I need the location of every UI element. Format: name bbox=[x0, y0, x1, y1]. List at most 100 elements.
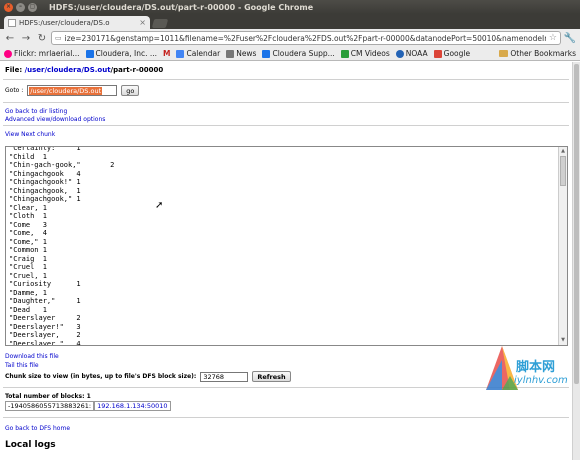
page-scroll-thumb[interactable] bbox=[574, 64, 579, 384]
calendar-icon bbox=[176, 49, 185, 58]
chunk-size-input[interactable]: 32768 bbox=[200, 371, 249, 382]
bookmark-cloudera-support[interactable]: Cloudera Supp... bbox=[262, 49, 335, 58]
file-content-textarea[interactable]: "Certainly: 1 "Child 1 "Chin-gach-gook," 2… bbox=[5, 146, 568, 346]
cloudera-icon bbox=[85, 49, 94, 58]
download-file-link[interactable]: Download this file bbox=[5, 353, 59, 360]
window-title: HDFS:/user/cloudera/DS.out/part-r-00000 … bbox=[49, 2, 314, 12]
bookmark-gmail[interactable]: M bbox=[163, 49, 170, 58]
bookmark-calendar[interactable]: Calendar bbox=[176, 49, 220, 58]
mouse-cursor-icon: ➚ bbox=[155, 200, 164, 211]
chunk-size-form: Chunk size to view (in bytes, up to file… bbox=[5, 371, 291, 382]
bookmark-cm-videos[interactable]: CM Videos bbox=[340, 49, 390, 58]
path-link-dsout[interactable]: /DS.out bbox=[81, 66, 110, 74]
gmail-icon: M bbox=[163, 49, 171, 58]
file-content-line: "Deerslayer," 4 bbox=[9, 339, 81, 346]
bookmarks-bar: Flickr: mrlaerial... Cloudera, Inc. ... … bbox=[0, 47, 580, 61]
bookmark-label: News bbox=[236, 49, 257, 58]
tab-label: HDFS:/user/cloudera/DS.o bbox=[19, 18, 110, 27]
bookmark-google[interactable]: Google bbox=[433, 49, 471, 58]
block-id-cell: -1940586055713883261: bbox=[5, 401, 95, 411]
google-icon bbox=[433, 49, 442, 58]
file-content-line: "Chingachgook," 1 bbox=[9, 195, 81, 203]
back-to-dir-link[interactable]: Go back to dir listing bbox=[5, 108, 67, 115]
total-blocks-label: Total number of blocks: 1 bbox=[5, 393, 91, 400]
bookmark-label: Google bbox=[443, 49, 471, 58]
refresh-button[interactable]: Refresh bbox=[252, 371, 291, 382]
path-link-user[interactable]: /user bbox=[25, 66, 45, 74]
file-content-line: "Chin-gach-gook," 2 bbox=[9, 161, 115, 169]
goto-input-value: /user/cloudera/DS.out bbox=[29, 86, 103, 95]
goto-input[interactable]: /user/cloudera/DS.out bbox=[27, 85, 118, 96]
wrench-menu-icon[interactable]: 🔧 bbox=[563, 31, 577, 45]
other-bookmarks[interactable]: Other Bookmarks bbox=[499, 49, 576, 58]
page-favicon-icon bbox=[8, 18, 16, 27]
file-content-line: "Common 1 bbox=[9, 246, 47, 254]
divider bbox=[3, 102, 569, 103]
bookmark-label: CM Videos bbox=[350, 49, 390, 58]
bookmark-flickr[interactable]: Flickr: mrlaerial... bbox=[4, 49, 80, 58]
scroll-thumb[interactable] bbox=[560, 156, 566, 186]
url-text[interactable]: ize=230171&genstamp=1011&filename=%2Fuse… bbox=[65, 34, 546, 43]
file-prefix: File: bbox=[5, 66, 25, 74]
file-content-line: "Deerslayer, 2 bbox=[9, 331, 81, 339]
browser-toolbar: ← → ↻ ▭ ize=230171&genstamp=1011&filenam… bbox=[0, 29, 580, 47]
textarea-scrollbar[interactable]: ▲ ▼ bbox=[558, 147, 567, 345]
watermark-text: 脚本网 bbox=[516, 360, 556, 375]
divider bbox=[3, 417, 569, 418]
advanced-options-link[interactable]: Advanced view/download options bbox=[5, 116, 105, 123]
maximize-window-button[interactable]: ▢ bbox=[28, 2, 37, 12]
file-content-line: "Chingachgook, 1 bbox=[9, 186, 81, 195]
file-content-line: "Daughter," 1 bbox=[9, 297, 81, 305]
block-host-link[interactable]: 192.168.1.134:50010 bbox=[94, 401, 171, 411]
bookmark-news[interactable]: News bbox=[226, 49, 256, 58]
page-content: File: /user/cloudera/DS.out/part-r-00000… bbox=[0, 62, 572, 460]
back-to-dfs-home-link[interactable]: Go back to DFS home bbox=[5, 425, 70, 432]
back-button[interactable]: ← bbox=[3, 31, 17, 45]
divider bbox=[3, 125, 569, 126]
file-content-line: "Craig 1 bbox=[9, 254, 47, 263]
chunk-size-label: Chunk size to view (in bytes, up to file… bbox=[5, 373, 197, 380]
file-content-line: "Cruel, 1 bbox=[9, 271, 47, 280]
bookmark-label: Cloudera Supp... bbox=[272, 49, 335, 58]
new-tab-button[interactable] bbox=[151, 19, 169, 28]
forward-button[interactable]: → bbox=[19, 31, 33, 45]
bookmark-label: NOAA bbox=[405, 49, 428, 58]
goto-form: Goto : /user/cloudera/DS.out go bbox=[5, 85, 140, 96]
file-path-heading: File: /user/cloudera/DS.out/part-r-00000 bbox=[5, 66, 163, 74]
minimize-window-button[interactable]: – bbox=[16, 2, 25, 12]
view-next-chunk-link[interactable]: View Next chunk bbox=[5, 131, 55, 138]
path-file: /part-r-00000 bbox=[110, 66, 164, 74]
go-button[interactable]: go bbox=[121, 85, 140, 96]
bookmark-star-icon[interactable]: ☆ bbox=[549, 33, 557, 43]
file-content-line: "Curiosity 1 bbox=[9, 280, 81, 288]
watermark-subtext: iylnhv.com bbox=[514, 375, 568, 386]
file-content-line: "Come," 1 bbox=[9, 237, 47, 246]
path-link-cloudera[interactable]: /cloudera bbox=[44, 66, 81, 74]
bookmark-noaa[interactable]: NOAA bbox=[395, 49, 428, 58]
close-tab-icon[interactable]: × bbox=[139, 18, 146, 27]
noaa-icon bbox=[395, 49, 404, 58]
tab-hdfs[interactable]: HDFS:/user/cloudera/DS.o × bbox=[4, 16, 150, 29]
goto-label: Goto : bbox=[5, 87, 24, 94]
scroll-up-icon[interactable]: ▲ bbox=[560, 148, 566, 154]
bookmark-label: Calendar bbox=[186, 49, 221, 58]
cloudera-support-icon bbox=[262, 49, 271, 58]
flickr-icon bbox=[4, 49, 12, 58]
file-content-line: "Damme, 1 bbox=[9, 288, 47, 297]
file-content-line: "Cloth 1 bbox=[9, 212, 47, 220]
address-bar[interactable]: ▭ ize=230171&genstamp=1011&filename=%2Fu… bbox=[51, 31, 561, 45]
file-content-line: "Deerslayer 2 bbox=[9, 314, 81, 322]
bookmark-label: Flickr: mrlaerial... bbox=[14, 49, 80, 58]
local-logs-heading: Local logs bbox=[5, 440, 56, 450]
file-content-line: "Child 1 bbox=[9, 152, 47, 161]
divider bbox=[3, 79, 569, 80]
bookmark-cloudera[interactable]: Cloudera, Inc. ... bbox=[85, 49, 157, 58]
window-titlebar: × – ▢ HDFS:/user/cloudera/DS.out/part-r-… bbox=[0, 0, 580, 14]
page-scrollbar[interactable] bbox=[572, 62, 580, 460]
blocks-table-row: -1940586055713883261: 192.168.1.134:5001… bbox=[5, 401, 171, 411]
other-bookmarks-label: Other Bookmarks bbox=[510, 49, 576, 58]
window-controls: × – ▢ bbox=[4, 2, 37, 12]
tail-file-link[interactable]: Tail this file bbox=[5, 362, 39, 369]
close-window-button[interactable]: × bbox=[4, 2, 13, 12]
reload-button[interactable]: ↻ bbox=[35, 31, 49, 45]
